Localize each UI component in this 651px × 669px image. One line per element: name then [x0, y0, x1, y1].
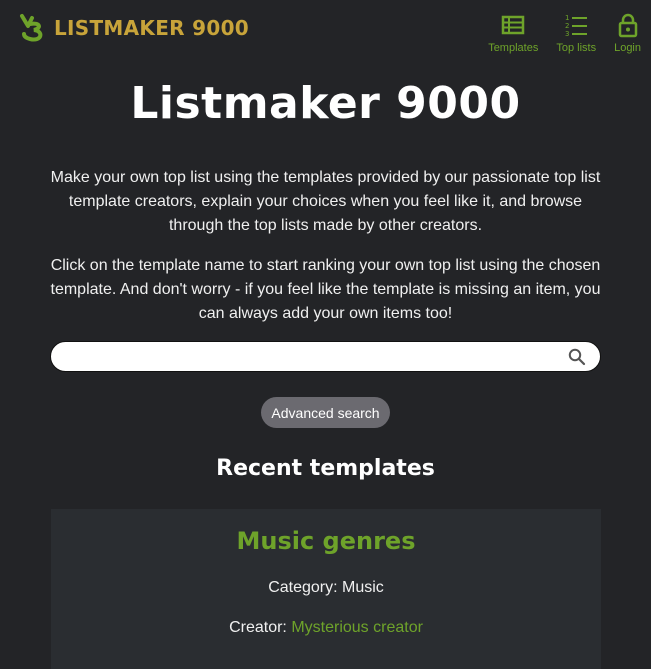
creator-label: Creator: — [229, 619, 287, 636]
template-creator: Creator: Mysterious creator — [51, 619, 601, 637]
svg-text:2: 2 — [565, 22, 569, 30]
intro-paragraph-2: Click on the template name to start rank… — [50, 257, 601, 322]
nav-templates-label: Templates — [488, 42, 539, 54]
recent-templates-heading: Recent templates — [216, 456, 435, 481]
template-category: Category: Music — [51, 579, 601, 597]
svg-text:1: 1 — [565, 14, 569, 22]
header: LISTMAKER 9000 Templates 1 2 3 Top lists — [0, 0, 651, 60]
templates-icon — [502, 15, 525, 35]
template-title-link[interactable]: Music genres — [51, 527, 601, 555]
advanced-search-button[interactable]: Advanced search — [261, 397, 390, 428]
lock-icon — [618, 13, 637, 38]
logo[interactable]: LISTMAKER 9000 — [18, 12, 249, 44]
category-label: Category: — [268, 579, 338, 596]
logo-icon — [20, 14, 43, 42]
nav-top-lists[interactable]: 1 2 3 Top lists — [556, 12, 596, 54]
intro-paragraph-1: Make your own top list using the templat… — [50, 169, 601, 234]
page-title: Listmaker 9000 — [130, 78, 521, 129]
top-nav: Templates 1 2 3 Top lists Login — [470, 12, 641, 54]
nav-templates[interactable]: Templates — [488, 12, 538, 54]
search-icon[interactable] — [568, 348, 586, 366]
search-bar — [50, 341, 601, 372]
top-lists-icon: 1 2 3 — [565, 14, 588, 38]
logo-text: LISTMAKER 9000 — [54, 16, 250, 40]
svg-text:3: 3 — [565, 30, 569, 38]
nav-login-label: Login — [614, 42, 641, 54]
nav-top-lists-label: Top lists — [556, 42, 597, 54]
nav-login[interactable]: Login — [614, 12, 641, 54]
search-input[interactable] — [65, 346, 559, 368]
category-value: Music — [342, 579, 384, 596]
template-card: Music genres Category: Music Creator: My… — [51, 509, 601, 669]
creator-link[interactable]: Mysterious creator — [291, 619, 423, 636]
